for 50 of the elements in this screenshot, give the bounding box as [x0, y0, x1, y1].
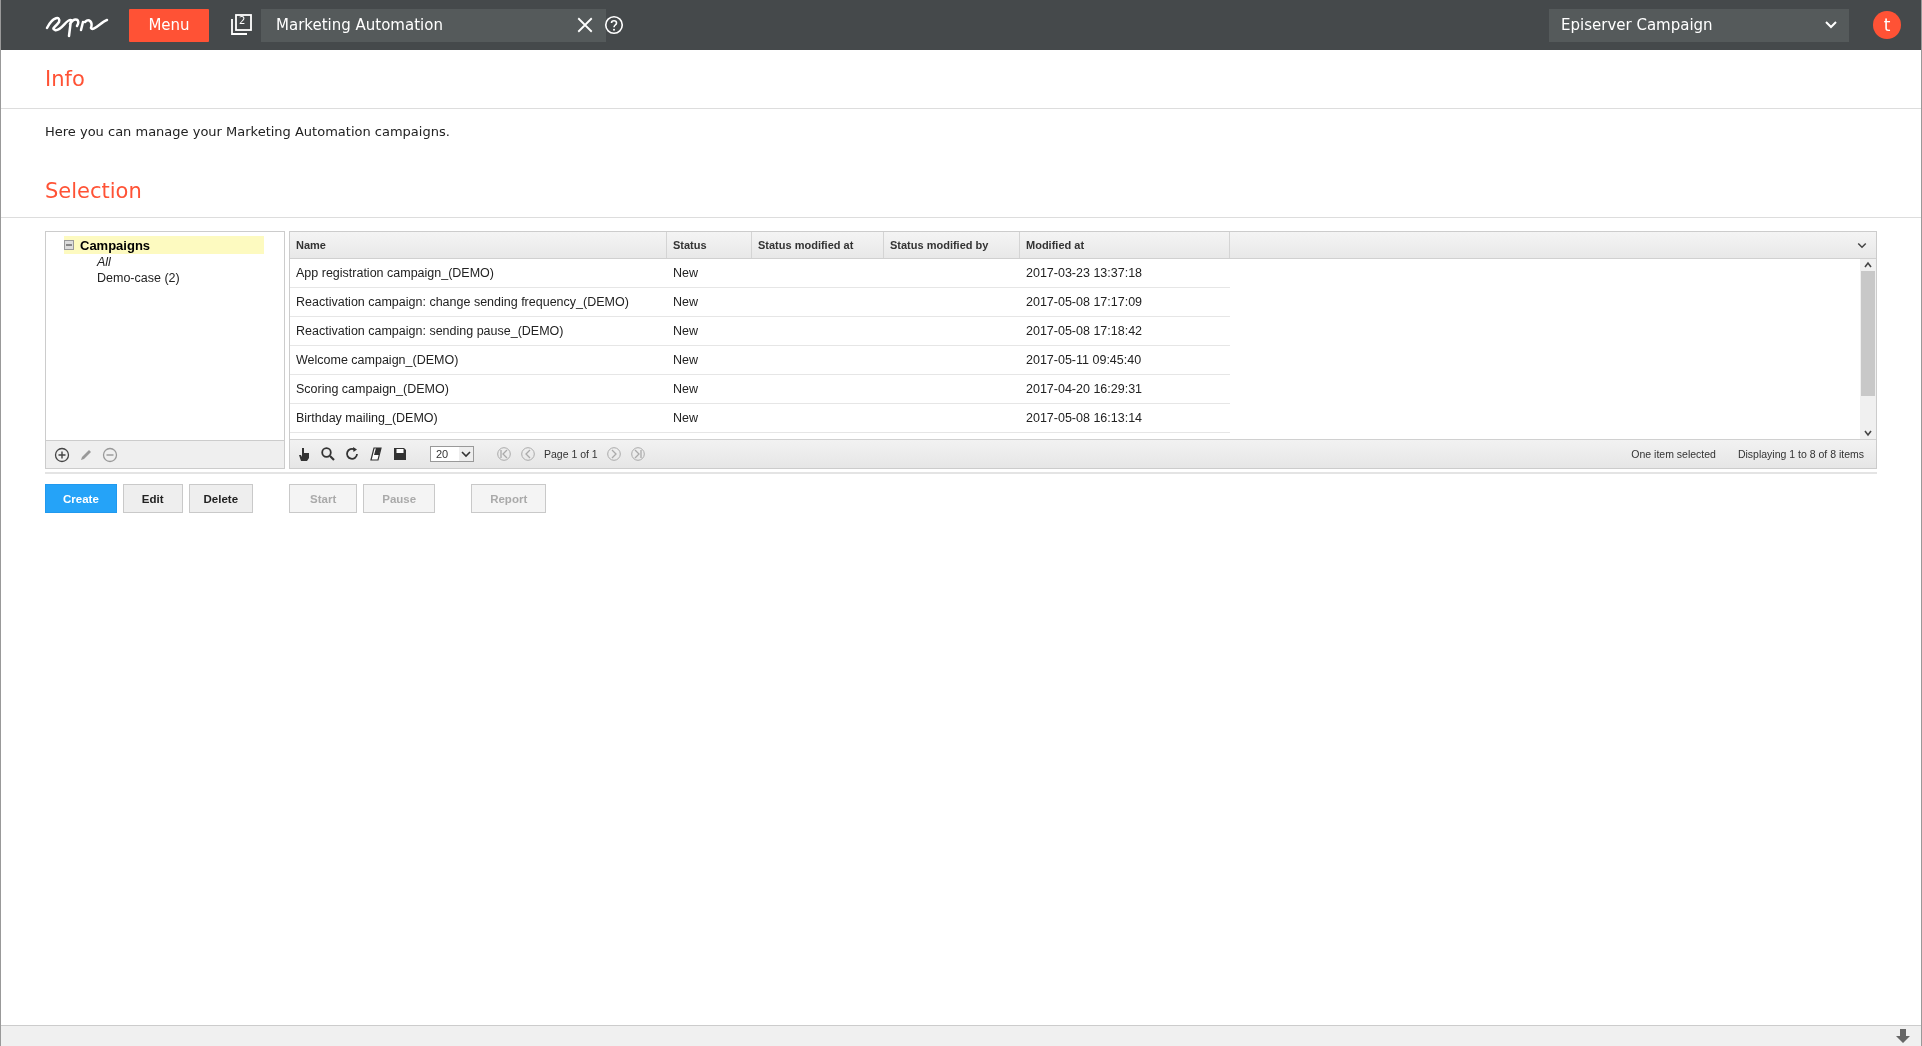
table-cell: Reactivation campaign: sending pause_(DEMO)	[290, 317, 667, 346]
column-header[interactable]: Status modified by	[884, 232, 1020, 258]
chevron-down-icon[interactable]	[459, 447, 473, 461]
info-text: Here you can manage your Marketing Automation campaigns.	[44, 123, 451, 141]
column-header[interactable]: Name	[290, 232, 667, 258]
search-icon[interactable]	[320, 446, 336, 462]
refresh-icon[interactable]	[344, 446, 360, 462]
eraser-icon[interactable]	[368, 446, 384, 462]
hand-icon[interactable]	[296, 446, 312, 462]
column-header[interactable]: Status	[667, 232, 752, 258]
action-button[interactable]: Edit	[122, 484, 183, 513]
tree-item[interactable]: Demo-case (2)	[97, 270, 266, 286]
table-cell: New	[667, 346, 752, 375]
table-cell: 2017-05-08 16:13:14	[1020, 404, 1230, 433]
table-cell: Scoring campaign_(DEMO)	[290, 375, 667, 404]
table-cell: New	[667, 404, 752, 433]
display-info: Displaying 1 to 8 of 8 items	[1737, 448, 1864, 460]
table-cell: New	[667, 259, 752, 288]
page-size-select[interactable]: 20	[430, 446, 474, 462]
selection-info: One item selected	[1631, 448, 1716, 460]
action-button[interactable]: Delete	[188, 484, 254, 513]
section-title: Selection	[45, 179, 142, 203]
table-cell: 2017-03-23 13:37:18	[1020, 259, 1230, 288]
collapse-icon[interactable]	[64, 240, 74, 250]
table-cell: New	[667, 288, 752, 317]
table-cell: Birthday mailing_(DEMO)	[290, 404, 667, 433]
product-select[interactable]: Episerver Campaign	[1549, 8, 1849, 42]
table-cell: Welcome campaign_(DEMO)	[290, 346, 667, 375]
download-icon[interactable]	[1895, 1028, 1911, 1044]
help-icon[interactable]	[604, 15, 624, 35]
table-cell: 2017-05-08 17:18:42	[1020, 317, 1230, 346]
table-cell: 2017-05-08 17:17:09	[1020, 288, 1230, 317]
column-header[interactable]: Modified at	[1020, 232, 1230, 258]
chevron-down-icon[interactable]	[1825, 21, 1837, 29]
tree-item[interactable]: Campaigns	[64, 236, 264, 254]
table-cell: New	[667, 375, 752, 404]
table-cell: New	[667, 317, 752, 346]
save-icon[interactable]	[392, 446, 408, 462]
section-title: Info	[45, 67, 85, 91]
column-header[interactable]: Status modified at	[752, 232, 884, 258]
add-icon[interactable]	[54, 446, 70, 463]
table-cell: 2017-04-20 16:29:31	[1020, 375, 1230, 404]
tree-item[interactable]: All	[97, 254, 266, 270]
scrollbar[interactable]	[1860, 259, 1876, 439]
table-cell: App registration campaign_(DEMO)	[290, 259, 667, 288]
tab-title-field[interactable]: Marketing Automation	[261, 8, 606, 42]
table-cell: Reactivation campaign: change sending frequency_(DEMO)	[290, 288, 667, 317]
close-icon[interactable]	[576, 16, 594, 34]
table-cell: 2017-05-11 09:45:40	[1020, 346, 1230, 375]
page-info: Page 1 of 1	[544, 448, 598, 460]
